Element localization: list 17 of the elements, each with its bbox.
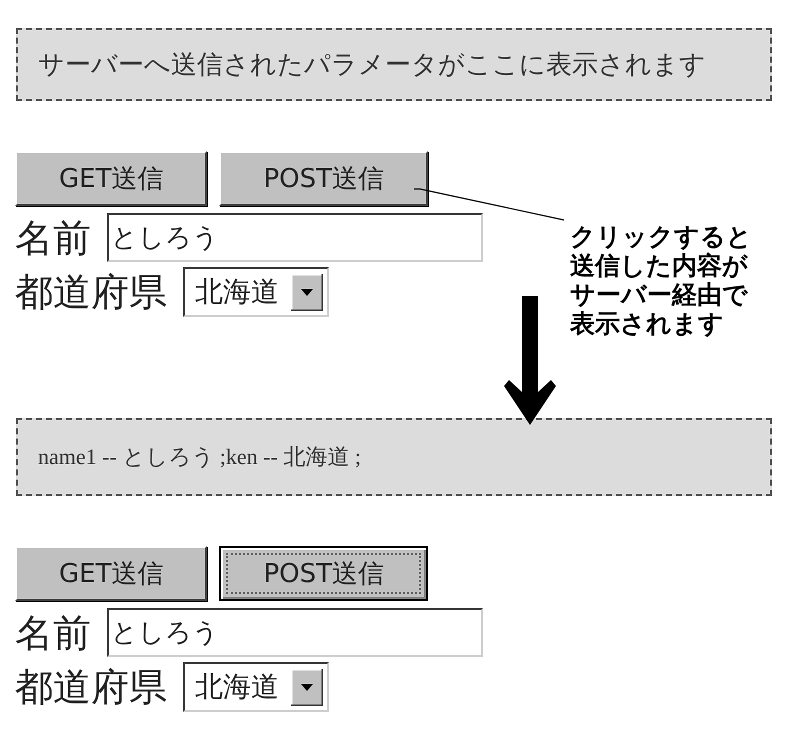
submit-button[interactable]: POST送信 xyxy=(219,151,428,206)
text-input[interactable]: としろう xyxy=(107,213,483,262)
submit-button[interactable]: GET送信 xyxy=(15,151,208,206)
field-label: 都道府県 xyxy=(15,273,167,311)
field-label: 都道府県 xyxy=(15,668,167,706)
output-panel: name1 -- としろう ;ken -- 北海道 ; xyxy=(16,418,772,496)
field-label: 名前 xyxy=(15,218,91,256)
output-panel: サーバーへ送信されたパラメータがここに表示されます xyxy=(16,28,772,101)
callout-note: クリックすると 送信した内容が サーバー経由で 表示されます xyxy=(570,222,752,338)
caret-icon xyxy=(291,274,323,310)
submit-button[interactable]: GET送信 xyxy=(15,546,208,601)
field-label: 名前 xyxy=(15,614,91,652)
caret-icon xyxy=(291,668,323,706)
select-dropdown[interactable]: 北海道 xyxy=(183,267,329,317)
select-dropdown[interactable]: 北海道 xyxy=(183,662,329,712)
text-input[interactable]: としろう xyxy=(107,608,483,657)
submit-button[interactable]: POST送信 xyxy=(219,546,428,601)
